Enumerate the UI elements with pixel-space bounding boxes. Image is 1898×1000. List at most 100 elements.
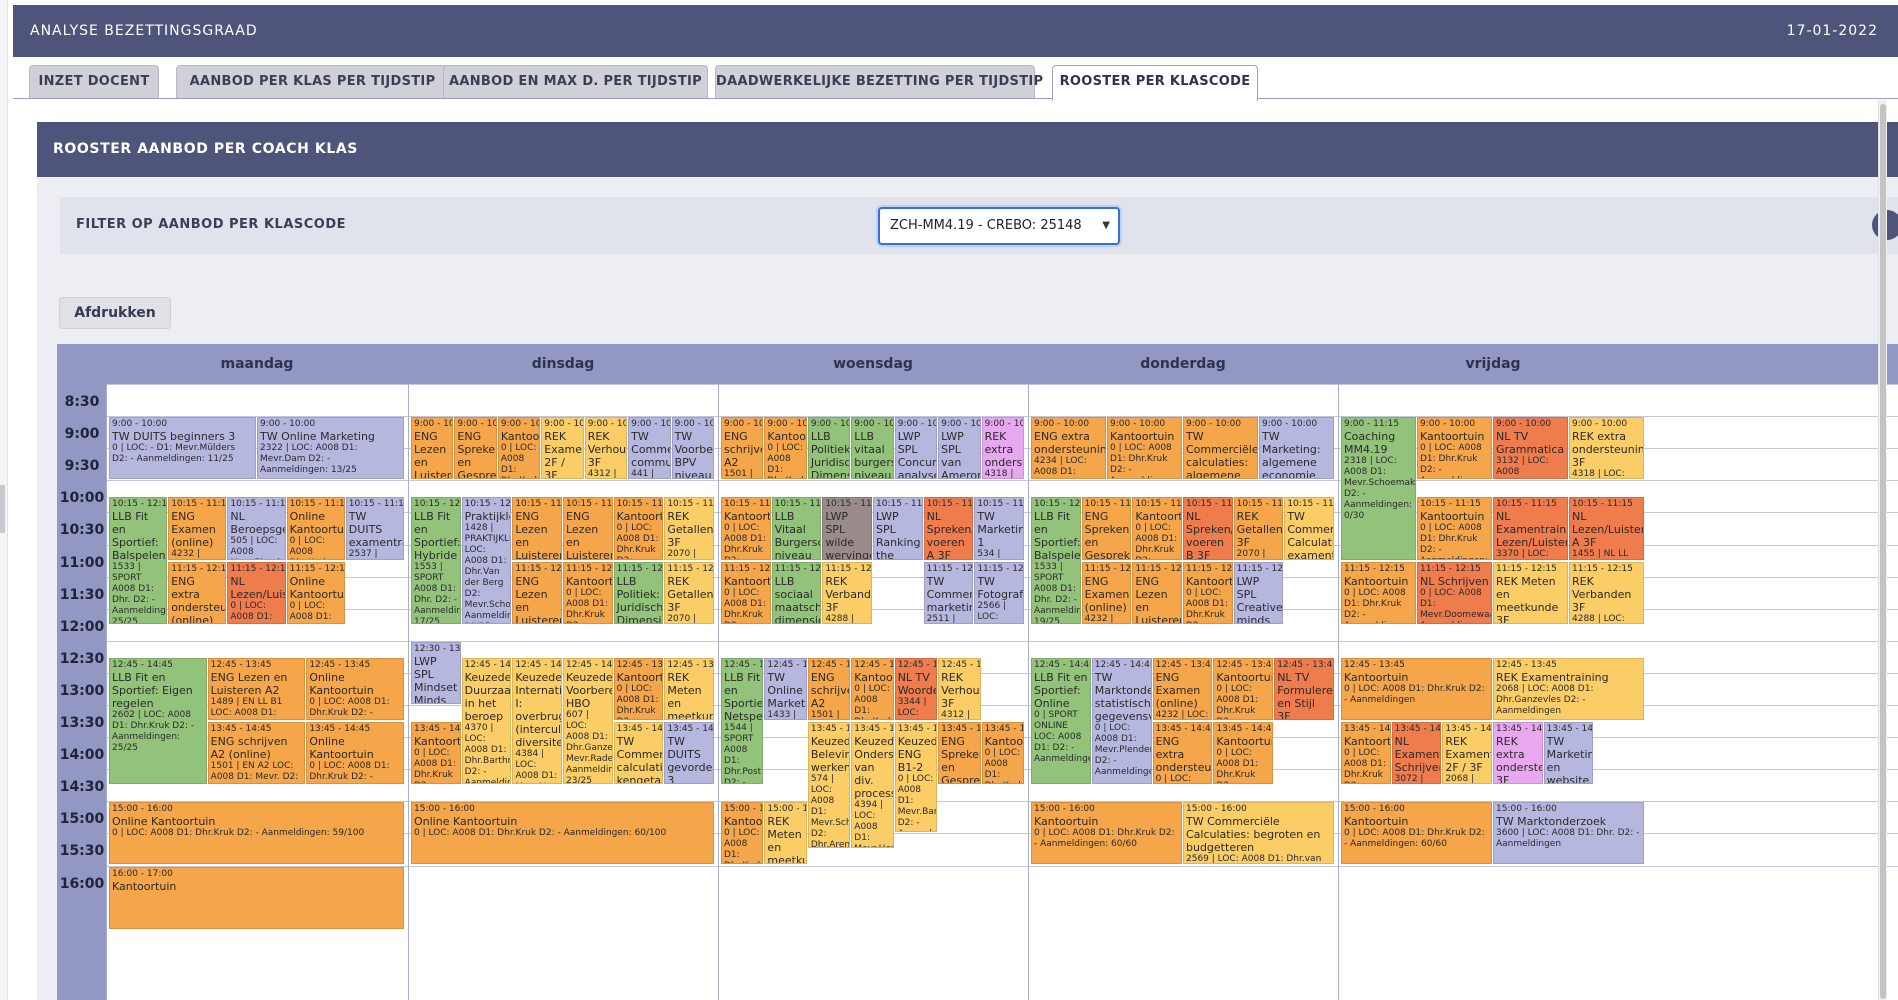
calendar-event[interactable]: 9:00 - 10:00 TW DUITS beginners 30 | LOC:… (109, 417, 256, 480)
calendar-event[interactable]: 11:15 - 12:15Kantoortuin0 | LOC: A008 D1… (563, 561, 613, 624)
calendar-event[interactable]: 13:45 - 15:45Keuzedeel Beleving werken57… (807, 722, 851, 849)
calendar-event[interactable]: 10:15 - 12:15Praktijkleren1428 | PRAKTIJ… (461, 497, 512, 624)
calendar-event[interactable]: 9:00 - 10:00 TW Online Marketing 2322 | LO… (257, 417, 404, 480)
calendar-event[interactable]: 12:45 - 14:45 LLB Fit en Sportief: Online… (1031, 657, 1091, 785)
calendar-event[interactable]: 12:45 - 13:45Kantoortuin0 | LOC: A008 D1… (1213, 657, 1274, 721)
calendar-event[interactable]: 15:00 - 16:00Kantoortuin0 | LOC: A008 D1… (1341, 802, 1492, 865)
klascode-select[interactable]: ZCH-MM4.19 - CREBO: 25148 ▼ (878, 207, 1120, 245)
calendar-event[interactable]: 13:45 - 14:45TW Marketing en website (1543, 722, 1594, 785)
calendar-event[interactable]: 9:00 - 10:00LWP SPL van Amerongen contex… (938, 417, 981, 480)
calendar-event[interactable]: 11:15 - 12:15ENG Examen (online)4232 | L… (1081, 561, 1132, 624)
calendar-event[interactable]: 9:00 - 10:00REK Verhoudingen 3F4312 | LO… (584, 417, 628, 480)
calendar-event[interactable]: 11:15 - 12:15Kantoortuin0 | LOC: A008 D1… (1183, 561, 1233, 624)
calendar-event[interactable]: 12:45 - 13:45NL TV Woordenschat3344 | LO… (894, 657, 938, 721)
calendar-event[interactable]: 15:00 - 16:00 TW Commerciële Calculaties:… (1183, 802, 1334, 865)
calendar-event[interactable]: 12:45 - 14:45TW Marktonderzoek: statisti… (1091, 657, 1152, 785)
calendar-event[interactable]: 12:45 - 14:45Keuzedeel Duurzaamheid in h… (461, 657, 512, 785)
calendar-event[interactable]: 12:45 - 14:45Keuzedeel Internationaliser… (512, 657, 562, 785)
calendar-event[interactable]: 11:15 - 12:15Kantoortuin0 | LOC: A008 D1… (1341, 561, 1416, 624)
calendar-event[interactable]: 10:15 - 11:15Kantoortuin0 | LOC: A008 D1… (1417, 497, 1492, 560)
calendar-event[interactable]: 13:45 - 14:45Kantoortuin0 | LOC: A008 D1… (1341, 722, 1391, 785)
calendar-event[interactable]: 13:45 - 14:45TW Commerciële calculaties:… (613, 722, 664, 785)
calendar-event[interactable]: 10:15 - 11:15LWP SPL wilde wervingen427 … (822, 497, 872, 560)
calendar-event[interactable]: 10:15 - 11:15TW Commerciële Calculaties:… (1284, 497, 1334, 560)
calendar-event[interactable]: 13:45 - 15:30Keuzedeel ENG B1-20 | LOC: … (894, 722, 938, 833)
calendar-event[interactable]: 10:15 - 11:15Online Kantoortuin0 | LOC: … (286, 497, 345, 560)
calendar-event[interactable]: 10:15 - 11:15NL Spreken/Gesprekken voere… (923, 497, 974, 560)
calendar-event[interactable]: 10:15 - 11:15NL Spreken/Gesprekken voere… (1183, 497, 1233, 560)
calendar-event[interactable]: 10:15 - 11:15ENG Lezen en Luisteren A214… (563, 497, 613, 560)
calendar-event[interactable]: 12:45 - 13:45 REK Examentraining 2068 | LO… (1493, 657, 1644, 721)
calendar-event[interactable]: 11:15 - 12:15LLB Politiek: Juridische Di… (613, 561, 664, 624)
calendar-event[interactable]: 9:00 - 10:00 TW Marketing: algemene econo… (1259, 417, 1334, 480)
calendar-event[interactable]: 15:00 - 16:00 Online Kantoortuin 0 | LOC: … (411, 802, 714, 865)
scrollbar-thumb[interactable] (1880, 104, 1886, 999)
calendar-event[interactable]: 9:00 - 11:15 Coaching MM4.19 2318 | LOC: A… (1341, 417, 1416, 560)
calendar-event[interactable]: 15:00 - 16:00 TW Marktonderzoek 3600 | LOC… (1493, 802, 1644, 865)
calendar-event[interactable]: 15:00 - 16:00Kantoortuin0 | LOC: A008 D1… (1031, 802, 1182, 865)
calendar-event[interactable]: 12:45 - 13:45Kantoortuin0 | LOC: A008 D1… (613, 657, 664, 721)
calendar-event[interactable]: 13:45 - 14:45 ENG schrijven A2 (online) 15… (207, 722, 306, 785)
calendar-event[interactable]: 12:45 - 13:45 ENG Lezen en Luisteren A2 14… (207, 657, 306, 721)
calendar-event[interactable]: 10:15 - 12:15LLB Fit en Sportief: Balspe… (1031, 497, 1081, 624)
calendar-event[interactable]: 11:15 - 12:15REK Verbanden 3F4288 | LOC:… (822, 561, 872, 624)
calendar-event[interactable]: 11:15 - 12:15LWP SPL Creative minds433 |… (1233, 561, 1284, 624)
calendar-event[interactable]: 9:00 - 10:00LLB vitaal burgerschap nivea… (851, 417, 894, 480)
calendar-event[interactable]: 10:15 - 11:15ENG Spreken en Gesprekken v… (1081, 497, 1132, 560)
calendar-event[interactable]: 10:15 - 11:15REK Getallen 3F2070 | LOC: … (1233, 497, 1284, 560)
calendar-event[interactable]: 9:00 - 10:00TW Commercieel communiceren4… (628, 417, 671, 480)
calendar-event[interactable]: 9:00 - 10:00 REK extra ondersteuning 3F 43… (1569, 417, 1644, 480)
calendar-event[interactable]: 10:15 - 11:15Kantoortuin0 | LOC: A008 D1… (721, 497, 771, 560)
calendar-event[interactable]: 9:00 - 10:00LWP SPL Concurrentie analyse… (894, 417, 938, 480)
calendar-event[interactable]: 9:00 - 10:00TW Voorbereiding BPV niveau … (671, 417, 714, 480)
calendar-event[interactable]: 12:45 - 13:45REK Meten en meetkunde 3F (664, 657, 714, 721)
calendar-event[interactable]: 10:15 - 12:15LLB Fit en Sportief: Hybrid… (411, 497, 461, 624)
tab-daadwerkelijke-bezetting[interactable]: DAADWERKELIJKE BEZETTING PER TIJDSTIP (715, 65, 1043, 98)
calendar-event[interactable]: 11:15 - 12:15TW Fotografie2566 | LOC: A0… (974, 561, 1024, 624)
calendar-event[interactable]: 9:00 - 10:00Kantoortuin0 | LOC: A008 D1:… (764, 417, 807, 480)
calendar-event[interactable]: 10:15 - 11:15LWP SPL Ranking the2585 | L… (873, 497, 923, 560)
calendar-event[interactable]: 11:15 - 12:15TW Commerciële marketingcon… (923, 561, 974, 624)
calendar-event[interactable]: 13:45 - 14:45REK Examentraining 2F / 3F2… (1442, 722, 1492, 785)
calendar-event[interactable]: 12:45 - 14:45Keuzedeel Voorbereiding HBO… (563, 657, 613, 785)
calendar-event[interactable]: 13:45 - 14:45REK extra ondersteuning 3F4… (1493, 722, 1543, 785)
calendar-event[interactable]: 10:15 - 11:15TW DUITS examentraining2537… (345, 497, 404, 560)
calendar-event[interactable]: 11:15 - 12:15REK Getallen 3F2070 | LOC: … (664, 561, 714, 624)
calendar-event[interactable]: 9:00 - 10:00 TW Commerciële calculaties: … (1183, 417, 1258, 480)
calendar-event[interactable]: 10:15 - 11:15ENG Lezen en Luisteren A242… (512, 497, 562, 560)
calendar-event[interactable]: 10:15 - 11:15TW Marketing 1534 | LOC: A0… (974, 497, 1024, 560)
calendar-event[interactable]: 13:45 - 14:45Kantoortuin0 | LOC: A008 D1… (1213, 722, 1274, 785)
calendar-event[interactable]: 10:15 - 11:15ENG Examen (online)4232 | L… (168, 497, 227, 560)
calendar-event[interactable]: 11:15 - 12:15Kantoortuin0 | LOC: A008 D1… (721, 561, 771, 624)
calendar-event[interactable]: 9:00 - 10:00 NL TV Grammatica 3132 | LOC: … (1493, 417, 1568, 480)
calendar-event[interactable]: 9:00 - 10:00REK Examen 2F / 3F2068 | LOC… (541, 417, 584, 480)
calendar-event[interactable]: 10:15 - 11:15REK Getallen 3F2070 | LOC: … (664, 497, 714, 560)
calendar-event[interactable]: 15:00 - 16:00Kantoortuin0 | LOC: A008 D1… (721, 802, 764, 865)
calendar-event[interactable]: 11:15 - 12:15 NL Schrijven 0 | LOC: A008 D… (1417, 561, 1492, 624)
calendar-event[interactable]: 12:45 - 13:45ENG schrijven A21501 | EN A… (807, 657, 851, 721)
calendar-event[interactable]: 10:15 - 11:15NL Examentraining Lezen/Lui… (1493, 497, 1568, 560)
calendar-event[interactable]: 15:00 - 16:00REK Meten en meetkunde 3F43… (764, 802, 807, 865)
calendar-event[interactable]: 12:45 - 13:45REK Verhoudingen 3F4312 | L… (938, 657, 981, 721)
tab-aanbod-en-max[interactable]: AANBOD EN MAX D. PER TIJDSTIP (443, 65, 708, 98)
calendar-event[interactable]: 13:45 - 14:45NL Examentraining Schrijven… (1391, 722, 1442, 785)
print-button[interactable]: Afdrukken (59, 297, 171, 329)
calendar-event[interactable]: 15:00 - 16:00 Online Kantoortuin 0 | LOC: … (109, 802, 404, 865)
calendar-event[interactable]: 11:15 - 12:15ENG Lezen en Luisteren A214… (512, 561, 562, 624)
calendar-event[interactable]: 11:15 - 12:15ENG extra ondersteuning (on… (168, 561, 227, 624)
resize-handle[interactable] (0, 485, 5, 533)
calendar-event[interactable]: 12:45 - 13:45Kantoortuin0 | LOC: A008 D1… (1341, 657, 1492, 721)
calendar-event[interactable]: 10:15 - 12:15LLB Fit en Sportief: Balspe… (109, 497, 168, 624)
calendar-event[interactable]: 11:15 - 12:15REK Verbanden 3F4288 | LOC:… (1569, 561, 1644, 624)
calendar-event[interactable]: 9:00 - 10:00Kantoortuin0 | LOC: A008 D1:… (1107, 417, 1182, 480)
calendar-event[interactable]: 9:00 - 10:00Kantoortuin0 | LOC: A008 D1:… (497, 417, 541, 480)
calendar-event[interactable]: 11:15 - 12:15LLB sociaal maatschappelijk… (771, 561, 822, 624)
calendar-event[interactable]: 11:15 - 12:15Online Kantoortuin0 | LOC: … (286, 561, 345, 624)
calendar-event[interactable]: 13:45 - 14:45 Online Kantoortuin 0 | LOC: … (306, 722, 404, 785)
calendar-event[interactable]: 9:00 - 10:00Kantoortuin0 | LOC: A008 D1:… (1417, 417, 1492, 480)
tab-rooster-per-klascode[interactable]: ROOSTER PER KLASCODE (1052, 65, 1258, 101)
calendar-event[interactable]: 9:00 - 10:00ENG Spreken en Gesprekken vo… (454, 417, 497, 480)
calendar-event[interactable]: 12:30 - 13:30LWP SPL Mindset Minds435 | … (411, 641, 461, 704)
calendar-event[interactable]: 10:15 - 11:15Kantoortuin0 | LOC: A008 D1… (613, 497, 664, 560)
calendar-event[interactable]: 13:45 - 14:45Kantoortuin0 | LOC: A008 D1… (411, 722, 461, 785)
